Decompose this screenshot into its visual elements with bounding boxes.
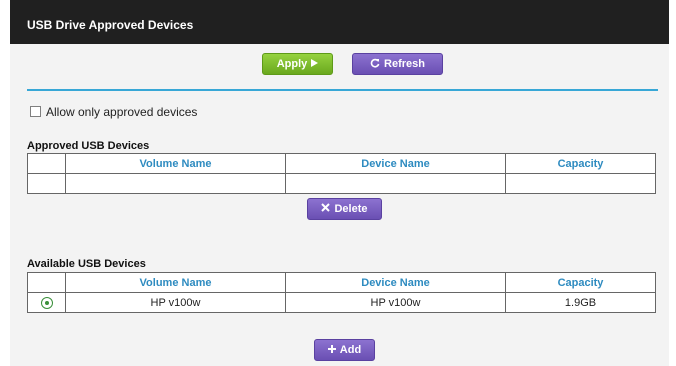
device-name-cell: HP v100w: [285, 292, 506, 313]
available-devices-table: Volume Name Device Name Capacity HP v100…: [27, 272, 656, 313]
refresh-icon: [370, 58, 380, 71]
approved-devices-heading: Approved USB Devices: [27, 140, 150, 152]
row-radio-button[interactable]: [40, 296, 53, 309]
table-header-row: Volume Name Device Name Capacity: [27, 272, 656, 293]
table-cell: [65, 173, 286, 194]
table-cell: [27, 173, 66, 194]
section-divider: [27, 89, 658, 91]
allow-only-approved-checkbox[interactable]: [30, 106, 41, 117]
available-devices-heading: Available USB Devices: [27, 258, 146, 270]
settings-panel: USB Drive Approved Devices Apply Refresh…: [10, 0, 669, 366]
capacity-cell: 1.9GB: [505, 292, 656, 313]
apply-button-label: Apply: [276, 58, 308, 70]
delete-button[interactable]: Delete: [307, 198, 382, 220]
table-header-row: Volume Name Device Name Capacity: [27, 153, 656, 174]
device-name-column-header: Device Name: [285, 272, 506, 293]
table-row[interactable]: HP v100w HP v100w 1.9GB: [27, 292, 656, 313]
volume-name-cell: HP v100w: [65, 292, 286, 313]
page-title: USB Drive Approved Devices: [27, 18, 194, 32]
allow-only-approved-label: Allow only approved devices: [46, 105, 198, 119]
refresh-button[interactable]: Refresh: [352, 53, 443, 75]
select-column-header: [27, 272, 66, 293]
table-cell: [505, 173, 656, 194]
capacity-column-header: Capacity: [505, 272, 656, 293]
refresh-button-label: Refresh: [384, 58, 425, 70]
delete-button-label: Delete: [334, 203, 368, 215]
play-arrow-icon: [311, 58, 319, 70]
volume-name-column-header: Volume Name: [65, 272, 286, 293]
x-icon: [321, 203, 331, 215]
approved-devices-table: Volume Name Device Name Capacity: [27, 153, 656, 194]
title-bar: USB Drive Approved Devices: [10, 0, 669, 44]
table-cell: [285, 173, 506, 194]
apply-button[interactable]: Apply: [262, 53, 333, 75]
add-button-label: Add: [339, 344, 362, 356]
select-column-header: [27, 153, 66, 174]
plus-icon: [327, 344, 336, 356]
row-select-cell[interactable]: [27, 292, 66, 313]
table-row: [27, 173, 656, 194]
add-button[interactable]: Add: [314, 339, 375, 361]
capacity-column-header: Capacity: [505, 153, 656, 174]
device-name-column-header: Device Name: [285, 153, 506, 174]
volume-name-column-header: Volume Name: [65, 153, 286, 174]
